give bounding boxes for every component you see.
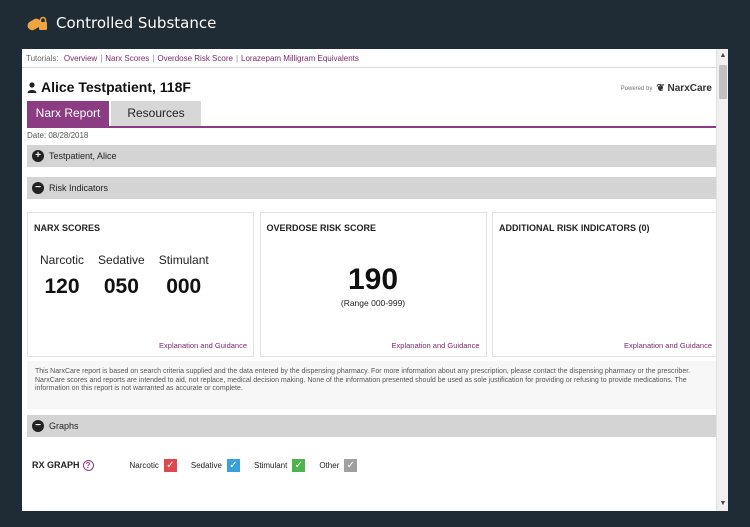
additional-risk-panel: ADDITIONAL RISK INDICATORS (0) Explanati… <box>492 212 716 357</box>
rx-graph-header: RX GRAPH ? Narcotic ✓ Sedative ✓ Stimula… <box>27 443 716 487</box>
legend-label: Sedative <box>190 460 222 470</box>
legend-label: Narcotic <box>129 460 159 470</box>
overdose-risk-value: 190 <box>347 263 399 296</box>
tutorials-bar: Tutorials: Overview | Narx Scores | Overdose… <box>26 54 359 63</box>
legend-item-other[interactable]: Other ✓ <box>319 458 358 472</box>
scroll-down-icon[interactable]: ▼ <box>717 497 728 511</box>
checkbox-checked-icon[interactable]: ✓ <box>227 458 240 472</box>
narx-label: Sedative <box>98 253 145 267</box>
additional-risk-title: ADDITIONAL RISK INDICATORS (0) <box>499 223 650 233</box>
narx-score-columns: Narcotic 120 Sedative 050 Stimulant 000 <box>40 253 223 299</box>
report-date: Date: 08/28/2018 <box>27 131 89 140</box>
risk-section-header[interactable]: − Risk Indicators <box>27 177 716 199</box>
narx-label: Stimulant <box>158 253 209 267</box>
narx-label: Narcotic <box>40 253 85 267</box>
graphs-section-header[interactable]: − Graphs <box>27 415 716 437</box>
narx-scores-panel: NARX SCORES Narcotic 120 Sedative 050 St… <box>27 212 254 357</box>
legend-item-narcotic[interactable]: Narcotic ✓ <box>129 458 177 472</box>
rx-graph-legend: Narcotic ✓ Sedative ✓ Stimulant ✓ Other … <box>129 458 372 472</box>
overdose-explanation-link[interactable]: Explanation and Guidance <box>392 341 480 350</box>
report-content: Tutorials: Overview | Narx Scores | Overdose… <box>22 49 716 511</box>
patient-name: Alice Testpatient, 118F <box>41 79 191 95</box>
narx-col-sedative: Sedative 050 <box>98 253 145 299</box>
overdose-risk-panel: OVERDOSE RISK SCORE 190 (Range 000-999) … <box>259 212 487 357</box>
risk-panels: NARX SCORES Narcotic 120 Sedative 050 St… <box>27 212 716 357</box>
legend-item-stimulant[interactable]: Stimulant ✓ <box>254 458 306 472</box>
pill-lock-icon <box>27 16 47 31</box>
vertical-scrollbar[interactable]: ▲ ▼ <box>716 49 728 511</box>
tab-underline <box>27 126 716 128</box>
overdose-risk-range: (Range 000-999) <box>340 298 406 308</box>
person-icon <box>27 81 37 93</box>
legend-item-sedative[interactable]: Sedative ✓ <box>190 458 240 472</box>
help-icon[interactable]: ? <box>82 459 94 471</box>
additional-explanation-link[interactable]: Explanation and Guidance <box>624 341 712 350</box>
rx-graph-title: RX GRAPH ? <box>32 459 94 471</box>
divider <box>22 67 716 68</box>
checkbox-checked-icon[interactable]: ✓ <box>163 458 177 472</box>
narxcare-logo: ❦ NarxCare <box>656 83 712 94</box>
title-bar: Controlled Substance <box>0 0 750 46</box>
narx-value: 050 <box>103 275 139 298</box>
narx-value: 120 <box>44 275 80 298</box>
legend-label: Stimulant <box>254 460 288 470</box>
brand-name: NarxCare <box>667 83 712 94</box>
rx-graph-label: RX GRAPH <box>32 460 80 470</box>
tutorial-link-narx-scores[interactable]: Narx Scores <box>105 54 149 63</box>
patient-section-header[interactable]: + Testpatient, Alice <box>27 145 716 167</box>
scrollbar-thumb[interactable] <box>719 65 727 99</box>
tutorial-link-lorazepam[interactable]: Lorazepam Milligram Equivalents <box>241 54 359 63</box>
checkbox-checked-icon[interactable]: ✓ <box>292 458 306 472</box>
powered-by: Powered by ❦ NarxCare <box>621 83 712 94</box>
narx-col-narcotic: Narcotic 120 <box>40 253 84 299</box>
collapse-icon: − <box>32 420 44 432</box>
disclaimer-text: This NarxCare report is based on search … <box>27 361 716 409</box>
scroll-up-icon[interactable]: ▲ <box>717 49 728 63</box>
narx-value: 000 <box>166 275 202 298</box>
patient-section-label: Testpatient, Alice <box>49 151 117 161</box>
tab-resources[interactable]: Resources <box>111 101 201 126</box>
tutorial-link-overdose-risk[interactable]: Overdose Risk Score <box>157 54 233 63</box>
overdose-risk-title: OVERDOSE RISK SCORE <box>266 223 377 233</box>
checkbox-checked-icon[interactable]: ✓ <box>344 458 358 472</box>
risk-section-label: Risk Indicators <box>49 183 109 193</box>
narx-scores-title: NARX SCORES <box>34 223 101 233</box>
powered-by-prefix: Powered by <box>620 85 653 92</box>
tutorial-link-overview[interactable]: Overview <box>64 54 97 63</box>
collapse-icon: − <box>32 182 44 194</box>
patient-header: Alice Testpatient, 118F <box>27 79 191 95</box>
legend-label: Other <box>319 460 340 470</box>
app-title: Controlled Substance <box>56 14 217 32</box>
graphs-section-label: Graphs <box>49 421 79 431</box>
tutorials-label: Tutorials: <box>26 54 59 63</box>
report-frame: Tutorials: Overview | Narx Scores | Overdose… <box>22 49 728 511</box>
expand-icon: + <box>32 150 44 162</box>
report-tabs: Narx Report Resources <box>27 101 203 126</box>
narx-col-stimulant: Stimulant 000 <box>159 253 209 299</box>
tab-narx-report[interactable]: Narx Report <box>27 101 109 126</box>
narx-explanation-link[interactable]: Explanation and Guidance <box>159 341 247 350</box>
